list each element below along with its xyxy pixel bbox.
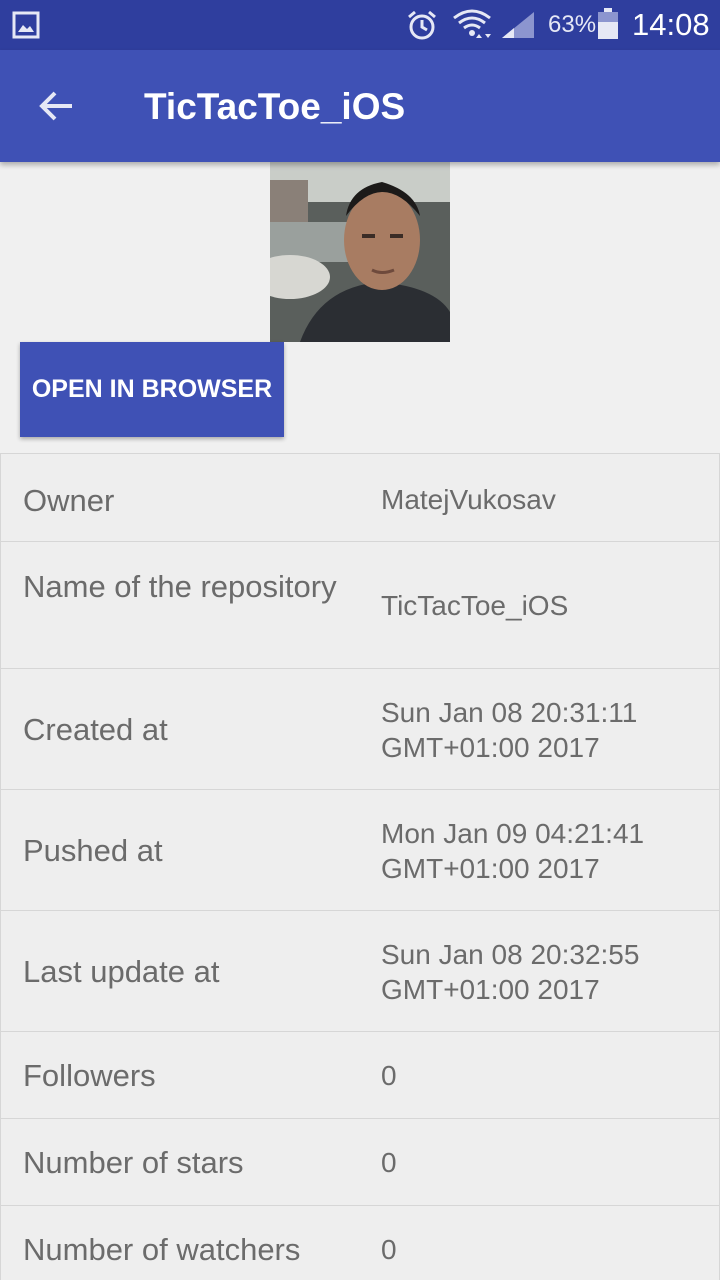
detail-row-watchers: Number of watchers 0 [0,1206,720,1280]
detail-label-pushed-at: Pushed at [23,833,163,868]
avatar [270,162,450,342]
user-avatar-image [270,162,450,342]
detail-row-followers: Followers 0 [0,1032,720,1119]
repository-details-table: Owner MatejVukosav Name of the repositor… [0,453,720,1280]
detail-row-stars: Number of stars 0 [0,1119,720,1206]
detail-label-owner: Owner [23,483,115,518]
detail-value-created-at: Sun Jan 08 20:31:11 GMT+01:00 2017 [381,697,638,763]
detail-row-created-at: Created at Sun Jan 08 20:31:11 GMT+01:00… [0,669,720,790]
detail-value-followers: 0 [381,1060,397,1091]
app-bar: TicTacToe_iOS [0,50,720,162]
detail-row-pushed-at: Pushed at Mon Jan 09 04:21:41 GMT+01:00 … [0,790,720,911]
detail-value-repository-name: TicTacToe_iOS [381,590,569,621]
detail-label-created-at: Created at [23,712,168,747]
page-title: TicTacToe_iOS [144,86,406,127]
detail-label-repository-name: Name of the repository [23,569,337,604]
back-button[interactable] [28,78,84,134]
arrow-back-icon [39,91,72,121]
detail-label-watchers: Number of watchers [23,1232,301,1267]
detail-row-last-update-at: Last update at Sun Jan 08 20:32:55 GMT+0… [0,911,720,1032]
status-bar: 63% 14:08 [0,0,720,50]
detail-label-followers: Followers [23,1058,156,1093]
gallery-icon [12,11,40,39]
status-time: 14:08 [632,7,710,42]
signal-icon [502,12,534,38]
detail-value-owner: MatejVukosav [381,484,556,515]
wifi-icon [453,9,491,38]
open-in-browser-button[interactable]: OPEN IN BROWSER [20,342,284,437]
detail-value-watchers: 0 [381,1234,397,1265]
detail-value-pushed-at: Mon Jan 09 04:21:41 GMT+01:00 2017 [381,818,645,884]
detail-label-last-update-at: Last update at [23,954,220,989]
alarm-icon [408,10,436,40]
detail-value-last-update-at: Sun Jan 08 20:32:55 GMT+01:00 2017 [381,939,640,1005]
battery-percentage: 63% [548,11,597,38]
battery-icon [598,8,618,39]
detail-value-stars: 0 [381,1147,397,1178]
detail-row-owner: Owner MatejVukosav [0,454,720,542]
detail-row-repository-name: Name of the repository TicTacToe_iOS [0,542,720,669]
detail-label-stars: Number of stars [23,1145,244,1180]
